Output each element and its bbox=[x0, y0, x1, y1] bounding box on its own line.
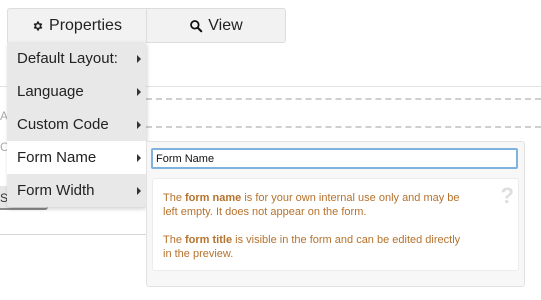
menu-item-label: Form Name bbox=[17, 149, 97, 166]
help-paragraph: The form name is for your own internal u… bbox=[163, 192, 460, 218]
menu-item-label: Language bbox=[17, 83, 84, 100]
help-box: ? The form name is for your own internal… bbox=[152, 178, 519, 271]
menu-item-label: Default Layout: bbox=[17, 50, 118, 67]
view-label: View bbox=[208, 16, 243, 34]
canvas-bottom-border bbox=[0, 234, 146, 235]
caret-right-icon bbox=[137, 54, 141, 63]
help-paragraph: The form title is visible in the form an… bbox=[163, 234, 461, 260]
properties-button[interactable]: Properties bbox=[7, 8, 147, 43]
question-mark-icon: ? bbox=[500, 183, 514, 208]
properties-menu: Default Layout: Language Custom Code For… bbox=[7, 42, 146, 207]
gear-icon bbox=[32, 20, 44, 32]
drop-zone-dashed-line bbox=[146, 126, 541, 128]
caret-right-icon bbox=[137, 153, 141, 162]
caret-right-icon bbox=[137, 120, 141, 129]
menu-item-form-width[interactable]: Form Width bbox=[7, 174, 146, 207]
form-name-submenu: ? The form name is for your own internal… bbox=[146, 141, 525, 287]
menu-item-label: Custom Code bbox=[17, 116, 109, 133]
caret-right-icon bbox=[137, 186, 141, 195]
menu-item-language[interactable]: Language bbox=[7, 75, 146, 108]
menu-item-default-layout[interactable]: Default Layout: bbox=[7, 42, 146, 75]
menu-item-label: Form Width bbox=[17, 182, 95, 199]
search-icon bbox=[189, 19, 203, 33]
properties-label: Properties bbox=[49, 16, 122, 34]
form-name-input[interactable] bbox=[151, 148, 518, 169]
view-button[interactable]: View bbox=[146, 8, 286, 43]
caret-right-icon bbox=[137, 87, 141, 96]
menu-item-custom-code[interactable]: Custom Code bbox=[7, 108, 146, 141]
menu-item-form-name[interactable]: Form Name bbox=[7, 141, 146, 174]
drop-zone-dashed-line bbox=[146, 98, 541, 100]
